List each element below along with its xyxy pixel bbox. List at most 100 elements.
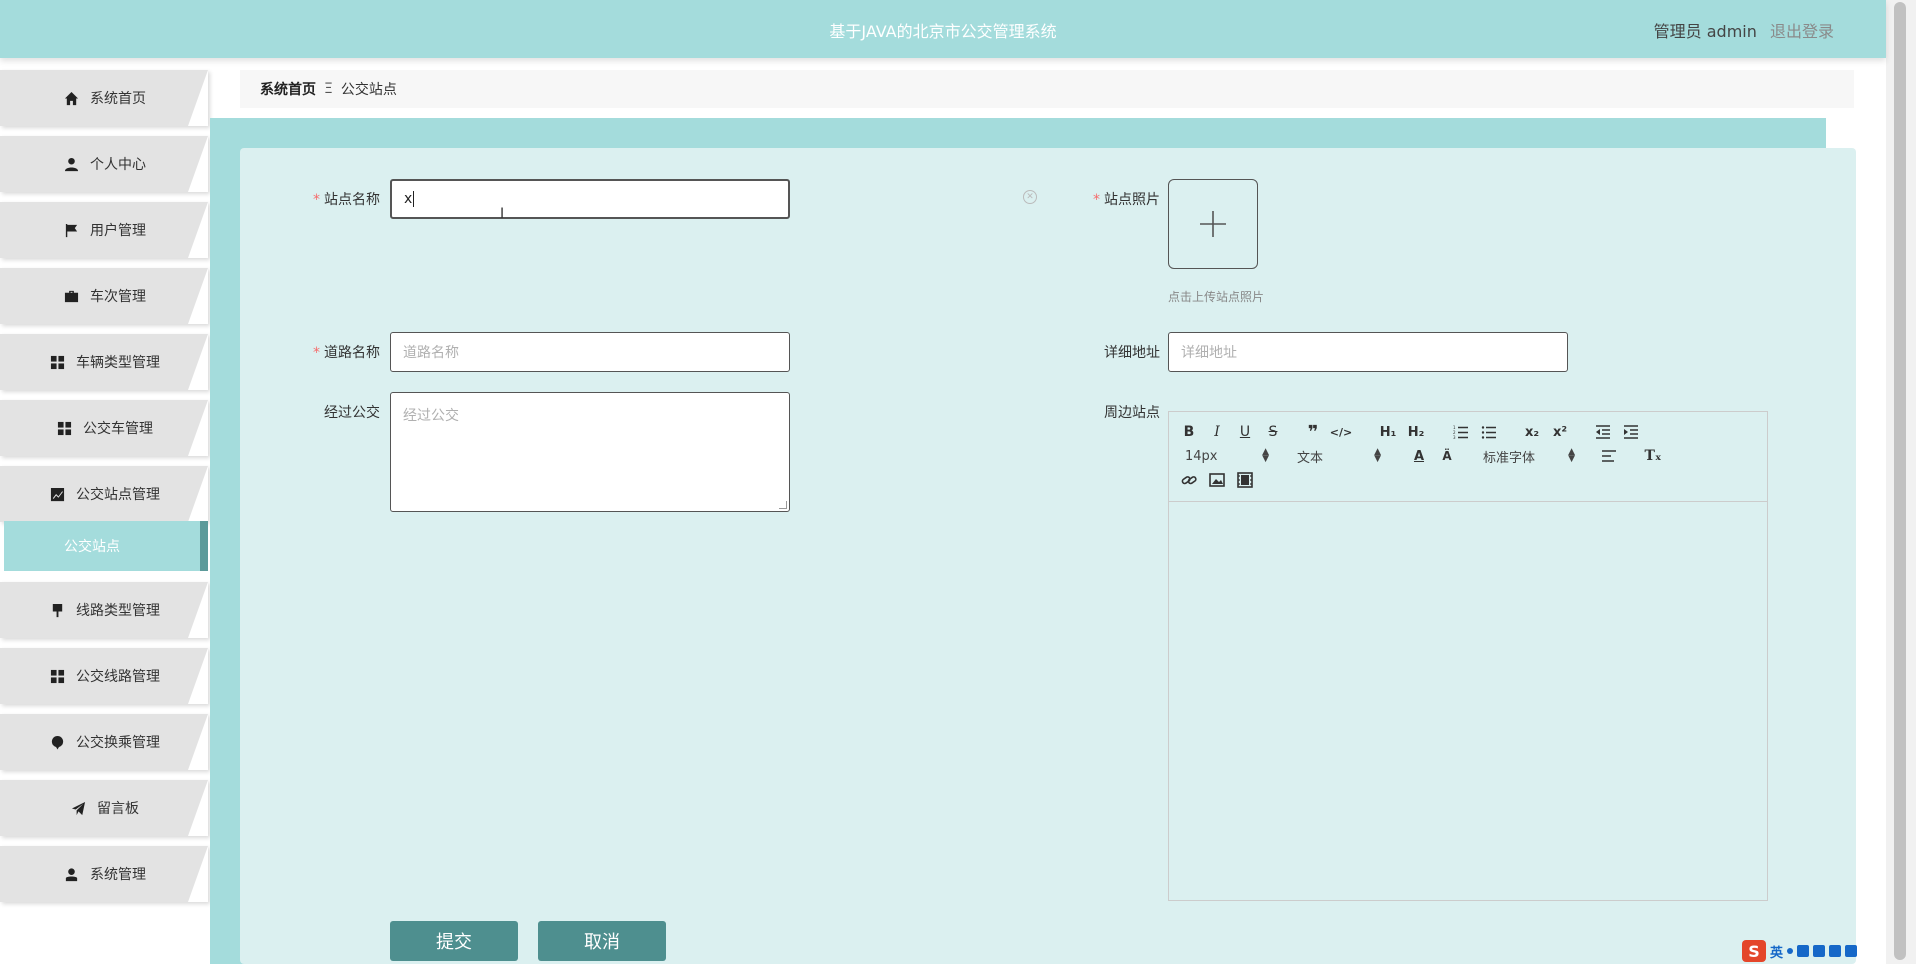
brush-icon (48, 602, 66, 618)
grid-icon (48, 668, 66, 684)
sidebar-item-label: 用户管理 (90, 223, 146, 239)
text-caret (413, 191, 415, 207)
chevron-updown-icon: ▲ ▼ (1262, 447, 1269, 464)
paragraph-select[interactable]: 文本 ▲ ▼ (1297, 446, 1381, 466)
user-area: 管理员 admin 退出登录 (1654, 18, 1834, 42)
app-title: 基于JAVA的北京市公交管理系统 (829, 22, 1057, 41)
pin-icon (48, 734, 66, 750)
ordered-list-icon[interactable]: 123 (1451, 422, 1471, 442)
superscript-icon[interactable]: x² (1549, 422, 1571, 442)
required-mark: * (313, 345, 320, 361)
road-name-input[interactable]: 道路名称 (390, 332, 790, 372)
keyboard-icon[interactable] (1813, 945, 1826, 957)
sidebar-item-label: 个人中心 (90, 157, 146, 173)
bold-icon[interactable]: B (1179, 422, 1199, 442)
sidebar-item-messages[interactable]: 留言板 (0, 780, 208, 836)
font-size-select[interactable]: 14px ▲ ▼ (1185, 446, 1269, 466)
font-color-icon[interactable]: A (1409, 446, 1429, 466)
resize-handle[interactable] (779, 501, 787, 509)
briefcase-icon (62, 288, 80, 304)
clear-icon[interactable]: ✕ (1023, 190, 1037, 204)
grid-icon (55, 420, 73, 436)
plus-icon (1200, 211, 1226, 237)
nearby-stations-label: 周边站点 (1104, 405, 1160, 421)
chevron-updown-icon: ▲ ▼ (1568, 447, 1575, 464)
quote-icon[interactable]: ❞ (1303, 422, 1323, 443)
sidebar-item-users[interactable]: 用户管理 (0, 202, 208, 258)
video-icon[interactable] (1235, 470, 1255, 490)
sidebar: 系统首页 个人中心 用户管理 车次管理 车辆类型管理 公交车管理 公交站点管理 … (0, 58, 210, 964)
breadcrumb-current: 公交站点 (340, 82, 397, 98)
station-name-input[interactable]: x (390, 179, 790, 219)
italic-icon[interactable]: I (1207, 422, 1227, 442)
address-label: 详细地址 (1104, 345, 1160, 361)
sidebar-item-label: 线路类型管理 (76, 603, 160, 619)
toolbox-icon[interactable] (1845, 945, 1858, 957)
h1-icon[interactable]: H₁ (1377, 422, 1399, 442)
background-color-icon[interactable]: Ä (1437, 446, 1457, 466)
underline-icon[interactable]: U (1235, 422, 1255, 442)
address-input[interactable]: 详细地址 (1168, 332, 1568, 372)
sidebar-item-profile[interactable]: 个人中心 (0, 136, 208, 192)
sidebar-item-routes[interactable]: 公交线路管理 (0, 648, 208, 704)
punctuation-icon[interactable] (1787, 948, 1794, 954)
code-icon[interactable]: </> (1330, 422, 1352, 442)
rich-text-editor: B I U S ❞ </> H₁ H₂ 123 x₂ x² 14px ▲ ▼ 文本 ▲… (1168, 411, 1768, 901)
passing-buses-textarea[interactable]: 经过公交 (390, 392, 790, 512)
indent-icon[interactable] (1621, 422, 1641, 442)
sidebar-item-vehicle-types[interactable]: 车辆类型管理 (0, 334, 208, 390)
bullet-list-icon[interactable] (1479, 422, 1499, 442)
page-scrollbar[interactable] (1886, 0, 1916, 964)
image-icon[interactable] (1207, 470, 1227, 490)
font-family-select[interactable]: 标准字体 ▲ ▼ (1483, 446, 1575, 466)
logout-link[interactable]: 退出登录 (1770, 22, 1834, 41)
sidebar-item-trips[interactable]: 车次管理 (0, 268, 208, 324)
sogou-icon[interactable]: S (1742, 940, 1766, 962)
subscript-icon[interactable]: x₂ (1521, 422, 1543, 442)
h2-icon[interactable]: H₂ (1405, 422, 1427, 442)
align-icon[interactable] (1599, 446, 1619, 466)
svg-text:3: 3 (1453, 435, 1456, 440)
submit-button[interactable]: 提交 (390, 921, 518, 961)
sidebar-item-home[interactable]: 系统首页 (0, 70, 208, 126)
editor-content-area[interactable] (1169, 502, 1767, 900)
submenu-station-list[interactable]: 公交站点 (4, 521, 208, 571)
sidebar-item-buses[interactable]: 公交车管理 (0, 400, 208, 456)
ime-language[interactable]: 英 (1770, 942, 1783, 961)
station-name-label: * 站点名称 (313, 192, 380, 208)
grid-icon (48, 354, 66, 370)
sidebar-item-label: 车辆类型管理 (76, 355, 160, 371)
link-icon[interactable] (1179, 470, 1199, 490)
required-mark: * (313, 192, 320, 208)
outdent-icon[interactable] (1593, 422, 1613, 442)
clear-format-icon[interactable]: Tₓ (1643, 446, 1663, 466)
cancel-button[interactable]: 取消 (538, 921, 666, 961)
send-icon (69, 800, 87, 816)
sidebar-item-label: 公交车管理 (83, 421, 153, 437)
passing-buses-label: 经过公交 (324, 405, 380, 421)
breadcrumb-home[interactable]: 系统首页 (260, 79, 316, 99)
road-name-label: * 道路名称 (313, 345, 380, 361)
sidebar-item-label: 车次管理 (90, 289, 146, 305)
sidebar-item-label: 公交换乘管理 (76, 735, 160, 751)
microphone-icon[interactable] (1797, 945, 1810, 957)
skin-icon[interactable] (1829, 945, 1842, 957)
ime-status-bar: S 英 (1742, 940, 1858, 962)
top-header: 基于JAVA的北京市公交管理系统 管理员 admin 退出登录 (0, 0, 1886, 58)
strike-icon[interactable]: S (1263, 422, 1283, 442)
chevron-updown-icon: ▲ ▼ (1374, 447, 1381, 464)
sidebar-item-transfers[interactable]: 公交换乘管理 (0, 714, 208, 770)
editor-toolbar: B I U S ❞ </> H₁ H₂ 123 x₂ x² 14px ▲ ▼ 文本 ▲… (1169, 412, 1767, 502)
required-mark: * (1093, 192, 1100, 208)
scrollbar-thumb[interactable] (1894, 2, 1906, 960)
chart-icon (48, 486, 66, 502)
breadcrumb-separator: Ξ (324, 81, 333, 97)
photo-upload-button[interactable] (1168, 179, 1258, 269)
sidebar-item-route-types[interactable]: 线路类型管理 (0, 582, 208, 638)
breadcrumb: 系统首页 Ξ 公交站点 (240, 70, 1854, 108)
admin-icon (62, 866, 80, 882)
sidebar-item-label: 系统首页 (90, 91, 146, 107)
sidebar-item-label: 公交线路管理 (76, 669, 160, 685)
sidebar-item-stations[interactable]: 公交站点管理 (0, 466, 208, 522)
sidebar-item-system[interactable]: 系统管理 (0, 846, 208, 902)
